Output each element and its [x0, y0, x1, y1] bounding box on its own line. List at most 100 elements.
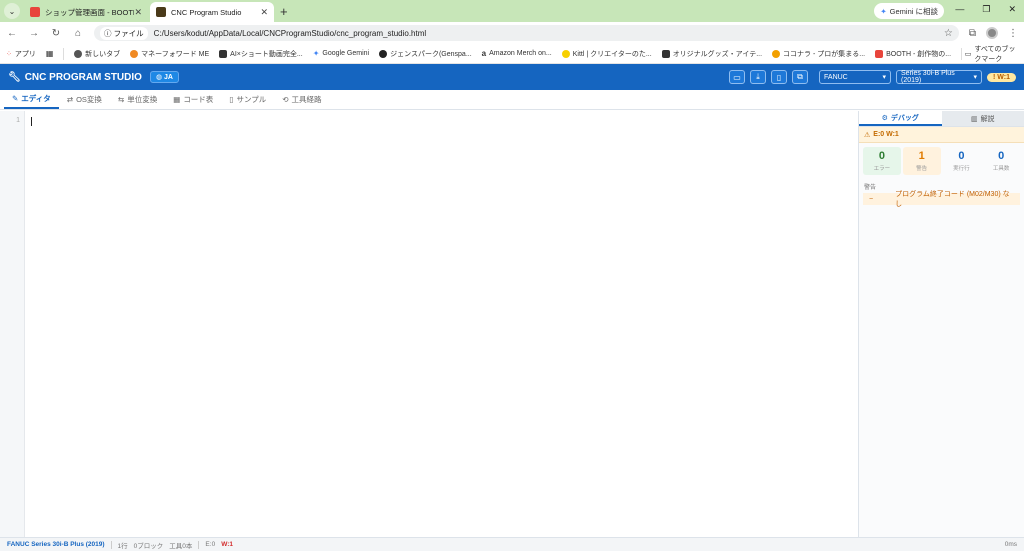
close-icon[interactable]: ✕ [260, 7, 268, 18]
bookmark-star-icon[interactable]: ☆ [944, 28, 953, 39]
tab-label: サンプル [236, 95, 267, 104]
bookmark-item[interactable]: 新しいタブ [74, 49, 120, 59]
minimize-icon[interactable]: — [955, 4, 964, 15]
footer-errors: E:0 [205, 541, 216, 548]
tab-label: デバッグ [890, 114, 919, 122]
panel-tabs: ⚙ デバッグ ▥ 解説 [859, 111, 1024, 127]
file-chip[interactable]: ⓘ ファイル [100, 26, 148, 40]
back-icon[interactable]: ← [6, 28, 18, 39]
warning-badge[interactable]: ! W:1 [987, 72, 1016, 82]
all-bookmarks[interactable]: ▭ すべてのブックマーク [961, 44, 1018, 64]
controller-select[interactable]: FANUC ▾ [819, 70, 892, 84]
tab-os-convert[interactable]: ⇄ OS変換 [59, 90, 110, 109]
code-editor: 1 [0, 111, 859, 537]
text-caret [31, 117, 32, 126]
url-text: C:/Users/kodut/AppData/Local/CNCProgramS… [153, 28, 427, 38]
all-bookmarks-label: すべてのブックマーク [974, 45, 1016, 63]
footer-lines: 1行 [117, 542, 128, 550]
stat-label: 警告 [916, 166, 928, 172]
bookmark-item[interactable]: BOOTH - 創作物の... [875, 49, 951, 59]
tab-explain[interactable]: ▥ 解説 [941, 111, 1024, 126]
chevron-down-icon: ▾ [882, 74, 887, 81]
download-icon: ⤓ [756, 72, 760, 81]
side-panel: ⚙ デバッグ ▥ 解説 ⚠ E:0 W:1 0 エラー 1 警告 0 実行行 0 工具数 警… [859, 111, 1024, 537]
browser-tab-booth[interactable]: ショップ管理画面 - BOOTH ✕ [24, 2, 148, 22]
tab-label: コード表 [183, 95, 214, 104]
download-button[interactable]: ⤓ [750, 70, 767, 84]
copy-icon: ⧉ [797, 72, 803, 81]
close-window-icon[interactable]: ✕ [1008, 4, 1016, 15]
series-value: Series 30i-B Plus (2019) [901, 70, 955, 84]
bookmark-label: ジェンスパーク(Genspa... [390, 50, 472, 58]
tab-search-icon[interactable]: ⌄ [4, 3, 20, 19]
bookmark-item[interactable]: a Amazon Merch on... [482, 49, 552, 58]
bookmark-favicon-icon [772, 49, 781, 58]
bookmark-item[interactable]: ココナラ - プロが集まる... [772, 49, 865, 59]
stat-exec-lines: 0 実行行 [943, 147, 981, 175]
new-tab-button[interactable]: + [280, 4, 288, 19]
line-number: 1 [16, 117, 20, 124]
code-textarea[interactable] [25, 111, 858, 537]
profile-avatar[interactable] [986, 27, 998, 39]
warning-icon: ⚠ [864, 131, 871, 139]
bookmark-item[interactable]: ✦ Google Gemini [313, 49, 369, 58]
browser-tab-bar: ⌄ ショップ管理画面 - BOOTH ✕ CNC Program Studio … [0, 0, 1024, 22]
bookmark-favicon-icon [561, 49, 570, 58]
stat-label: 実行行 [953, 166, 970, 172]
tab-label: エディタ [21, 94, 51, 103]
tab-unit-convert[interactable]: ⇆ 単位変換 [110, 90, 165, 109]
close-icon[interactable]: ✕ [134, 7, 142, 18]
document-icon: ▯ [229, 95, 234, 104]
info-icon: ⓘ [104, 28, 112, 38]
bookmark-label: 新しいタブ [85, 50, 121, 58]
tab-sample[interactable]: ▯ サンプル [221, 90, 274, 109]
bookmark-item[interactable]: ジェンスパーク(Genspa... [379, 49, 472, 59]
bookmark-apps[interactable]: ⁘ アプリ [6, 49, 36, 59]
issue-line: − [869, 195, 874, 203]
header-actions: ▭ ⤓ ▯ ⧉ FANUC ▾ Series 30i-B Plus (2019)… [729, 70, 1016, 84]
wrench-icon: 🔧︎ [8, 71, 21, 83]
tab-toolpath[interactable]: ⟲ 工具経路 [274, 90, 329, 109]
stat-warnings: 1 警告 [902, 147, 941, 175]
file-icon: ▯ [776, 72, 782, 82]
tab-editor[interactable]: ✎ エディタ [4, 90, 59, 109]
home-icon[interactable]: ⌂ [72, 28, 84, 39]
language-button[interactable]: ◍ JA [149, 71, 179, 83]
tab-label: 単位変換 [127, 95, 158, 104]
reload-icon[interactable]: ↻ [50, 28, 62, 39]
bookmark-label: ココナラ - プロが集まる... [783, 50, 866, 58]
series-select[interactable]: Series 30i-B Plus (2019) ▾ [896, 70, 983, 84]
bookmark-label: AI×ショート動画完全... [230, 50, 303, 58]
extensions-icon[interactable]: ⧉ [969, 28, 976, 39]
bookmark-item[interactable]: AI×ショート動画完全... [219, 49, 303, 59]
copy-button[interactable]: ⧉ [792, 70, 809, 84]
gemini-label: Gemini に相談 [889, 6, 938, 16]
bookmark-favicon-icon [661, 49, 670, 58]
tab-label: 工具経路 [291, 95, 322, 104]
bookmark-favicon-icon [379, 49, 388, 58]
bookmark-item[interactable]: オリジナルグッズ・アイテ... [661, 49, 762, 59]
ruler-icon: ⇆ [117, 95, 125, 104]
bookmark-item[interactable]: マネーフォワード ME [130, 49, 209, 59]
app-header: 🔧︎ CNC PROGRAM STUDIO ◍ JA ▭ ⤓ ▯ ⧉ FANUC… [0, 64, 1024, 90]
menu-icon[interactable]: ⋮ [1008, 28, 1018, 39]
address-bar: ← → ↻ ⌂ ⓘ ファイル C:/Users/kodut/AppData/Lo… [0, 22, 1024, 44]
url-field[interactable]: ⓘ ファイル C:/Users/kodut/AppData/Local/CNCP… [94, 25, 959, 41]
browser-tab-cnc[interactable]: CNC Program Studio ✕ [150, 2, 274, 22]
cnc-favicon-icon [156, 7, 166, 17]
gear-icon: ⚙ [881, 114, 888, 122]
gemini-button[interactable]: ✦ Gemini に相談 [874, 3, 944, 19]
new-file-button[interactable]: ▯ [771, 70, 788, 84]
amazon-icon: a [481, 49, 487, 58]
forward-icon[interactable]: → [28, 28, 40, 39]
bookmark-item[interactable]: Kittl | クリエイターのた... [561, 49, 652, 59]
table-icon: ▦ [173, 95, 181, 104]
tab-groups-icon[interactable]: ▦ [46, 49, 54, 58]
tab-code-table[interactable]: ▦ コード表 [165, 90, 221, 109]
open-folder-button[interactable]: ▭ [729, 70, 746, 84]
warning-item[interactable]: − プログラム終了コード (M02/M30) なし [863, 191, 1020, 208]
bookmark-favicon-icon [219, 49, 228, 58]
tab-debug[interactable]: ⚙ デバッグ [859, 111, 942, 126]
main-tabs: ✎ エディタ ⇄ OS変換 ⇆ 単位変換 ▦ コード表 ▯ サンプル ⟲ 工具経路 [0, 90, 1024, 110]
restore-icon[interactable]: ❐ [982, 4, 990, 15]
